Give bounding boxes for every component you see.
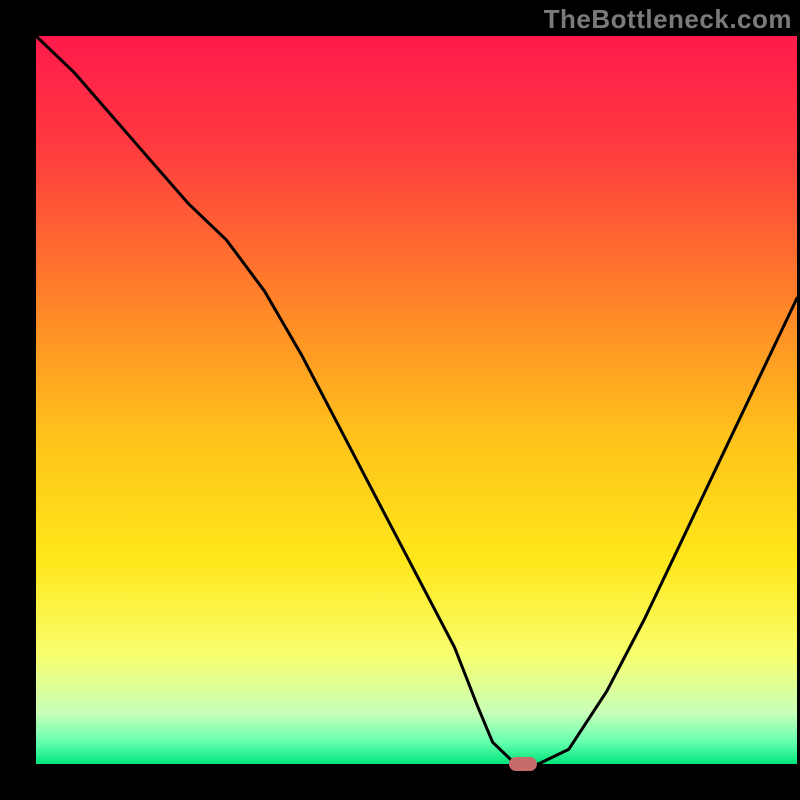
optimal-marker [509,757,537,771]
watermark-text: TheBottleneck.com [544,4,792,35]
chart-root: TheBottleneck.com [0,0,800,800]
chart-svg [0,0,800,800]
plot-background [36,36,797,764]
